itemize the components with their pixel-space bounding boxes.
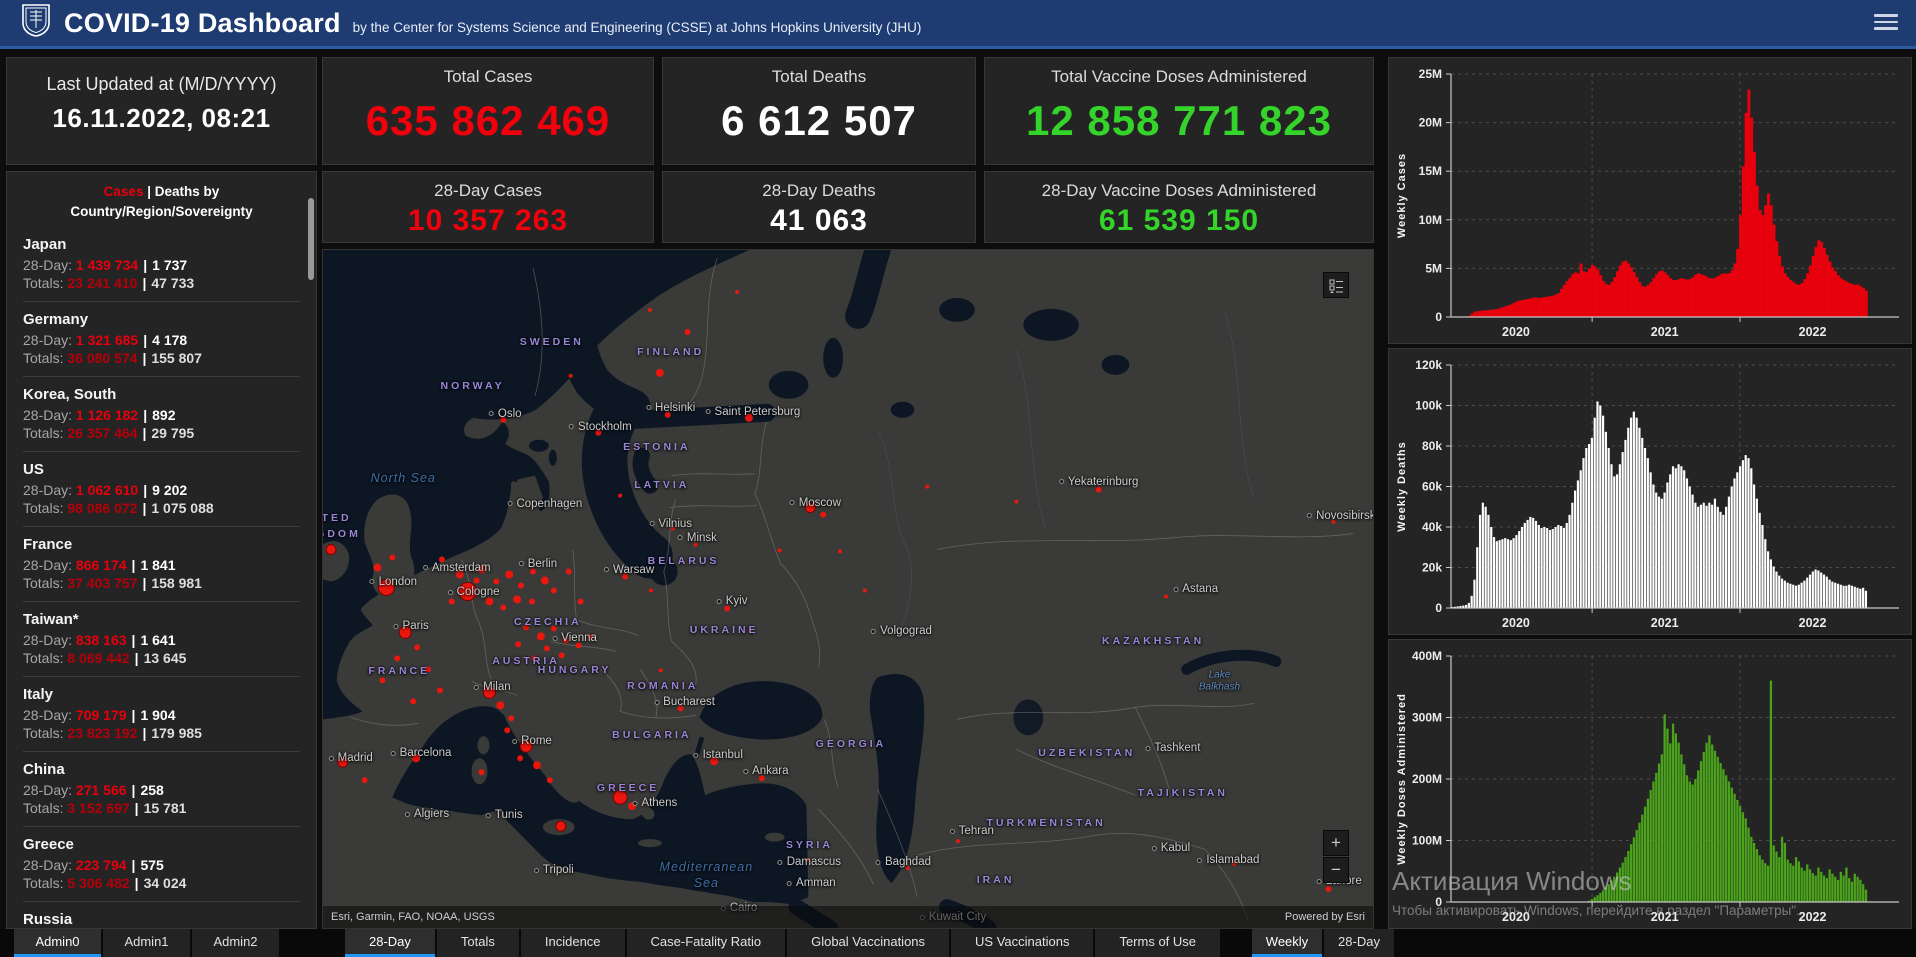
svg-text:60k: 60k: [1422, 480, 1442, 494]
tab-us-vaccinations[interactable]: US Vaccinations: [951, 929, 1094, 957]
country-list-header: Cases | Deaths by Country/Region/Soverei…: [70, 184, 253, 219]
tab-28-day[interactable]: 28-Day: [345, 929, 435, 957]
svg-text:200M: 200M: [1412, 772, 1442, 786]
total-deaths-label: Total Deaths: [771, 67, 867, 86]
day-cases-card: 28-Day Cases 10 357 263: [322, 171, 654, 243]
svg-text:15M: 15M: [1419, 164, 1442, 178]
total-deaths-value: 6 612 507: [721, 97, 917, 144]
svg-text:0: 0: [1435, 895, 1442, 909]
admin-tabs: Admin0 Admin1 Admin2: [14, 929, 281, 957]
svg-text:100M: 100M: [1412, 834, 1442, 848]
day-deaths-label: 28-Day Deaths: [762, 181, 876, 200]
day-vaccine-value: 61 539 150: [1098, 204, 1260, 237]
svg-text:2022: 2022: [1799, 910, 1827, 924]
country-row[interactable]: China 28-Day: 271 566 | 258 Totals: 3 152 69…: [23, 752, 300, 828]
country-row[interactable]: Greece 28-Day: 223 794 | 575 Totals: 5 306 4…: [23, 827, 300, 903]
svg-text:10M: 10M: [1419, 213, 1442, 227]
total-cases-label: Total Cases: [443, 67, 533, 86]
last-updated-value: 16.11.2022, 08:21: [52, 103, 271, 133]
country-row[interactable]: Taiwan* 28-Day: 838 163 | 1 641 Totals: 8 06…: [23, 602, 300, 678]
country-row[interactable]: Russia28-Day: 187 760|2 061Totals: 21 20…: [23, 902, 300, 928]
country-row[interactable]: Italy 28-Day: 709 179 | 1 904 Totals: 23 823…: [23, 677, 300, 753]
country-row[interactable]: Japan 28-Day: 1 439 734 | 1 737 Totals: 23 2…: [23, 227, 300, 303]
svg-text:120k: 120k: [1415, 358, 1442, 372]
total-deaths-card: Total Deaths 6 612 507: [662, 57, 976, 165]
day-deaths-card: 28-Day Deaths 41 063: [662, 171, 976, 243]
tab-totals[interactable]: Totals: [436, 929, 519, 957]
tab-global-vaccinations[interactable]: Global Vaccinations: [787, 929, 950, 957]
last-updated-card: Last Updated at (M/D/YYYY) 16.11.2022, 0…: [6, 57, 317, 165]
svg-text:100k: 100k: [1415, 399, 1442, 413]
tab-incidence[interactable]: Incidence: [520, 929, 625, 957]
attribution-sources: Esri, Garmin, FAO, NOAA, USGS: [331, 911, 495, 923]
map-attribution: Esri, Garmin, FAO, NOAA, USGS Powered by…: [323, 906, 1373, 928]
svg-text:40k: 40k: [1422, 520, 1442, 534]
tab-admin1[interactable]: Admin1: [103, 929, 190, 957]
menu-icon[interactable]: [1874, 14, 1898, 32]
svg-text:Weekly Cases: Weekly Cases: [1396, 153, 1408, 238]
bottom-tab-bar: Admin0 Admin1 Admin2 28-Day Totals Incidence…: [0, 929, 1916, 957]
country-row[interactable]: US 28-Day: 1 062 610 | 9 202 Totals: 98 086 …: [23, 452, 300, 528]
weekly-doses-chart: 0 100M 200M 300M 400M 2020 2021 2022 Weekly Dose…: [1388, 639, 1912, 929]
tab-admin0[interactable]: Admin0: [14, 929, 101, 957]
svg-text:Weekly Deaths: Weekly Deaths: [1396, 441, 1408, 531]
day-deaths-value: 41 063: [770, 204, 868, 237]
day-cases-label: 28-Day Cases: [434, 181, 542, 200]
world-map[interactable]: SWEDEN NORWAY FINLAND ESTONIA LATVIA BELARUS U…: [322, 249, 1374, 929]
total-vaccine-value: 12 858 771 823: [1026, 97, 1332, 144]
last-updated-label: Last Updated at (M/D/YYYY): [46, 74, 277, 94]
country-row[interactable]: France 28-Day: 866 174 | 1 841 Totals: 37 40…: [23, 527, 300, 603]
tab-28-day[interactable]: 28-Day: [1324, 929, 1394, 957]
svg-text:20M: 20M: [1419, 116, 1442, 130]
attribution-esri[interactable]: Powered by Esri: [1285, 911, 1365, 923]
page-subtitle: by the Center for Systems Science and En…: [352, 20, 922, 35]
map-geometry: [323, 250, 1373, 928]
page-title: COVID-19 Dashboard: [64, 7, 341, 38]
svg-text:0: 0: [1435, 310, 1442, 324]
app-header: COVID-19 Dashboard by the Center for Sys…: [0, 0, 1916, 49]
zoom-in-button[interactable]: +: [1323, 830, 1349, 856]
svg-text:80k: 80k: [1422, 439, 1442, 453]
svg-text:400M: 400M: [1412, 649, 1442, 663]
svg-text:2022: 2022: [1799, 325, 1827, 339]
day-vaccine-label: 28-Day Vaccine Doses Administered: [1041, 181, 1317, 200]
tab-terms-of-use[interactable]: Terms of Use: [1095, 929, 1221, 957]
zoom-out-button[interactable]: −: [1323, 857, 1349, 883]
chart-period-tabs: Weekly 28-Day: [1252, 929, 1396, 957]
tab-weekly[interactable]: Weekly: [1252, 929, 1322, 957]
svg-text:25M: 25M: [1419, 67, 1442, 81]
svg-text:5M: 5M: [1425, 261, 1442, 275]
metric-tabs: 28-Day Totals Incidence Case-Fatality Ratio…: [345, 929, 1222, 957]
tab-admin2[interactable]: Admin2: [192, 929, 279, 957]
day-cases-value: 10 357 263: [407, 204, 569, 237]
svg-text:2020: 2020: [1502, 910, 1530, 924]
covid-dashboard: COVID-19 Dashboard by the Center for Sys…: [0, 0, 1916, 957]
country-row[interactable]: Korea, South 28-Day: 1 126 182 | 892 Totals:…: [23, 377, 300, 453]
country-list-card: Cases | Deaths by Country/Region/Soverei…: [6, 171, 317, 929]
weekly-deaths-chart: 0 20k 40k 60k 80k 100k 120k 2020 2021 2022 Weekly …: [1388, 348, 1912, 635]
svg-text:0: 0: [1435, 601, 1442, 615]
svg-text:2021: 2021: [1651, 910, 1679, 924]
total-vaccine-card: Total Vaccine Doses Administered 12 858 …: [984, 57, 1374, 165]
day-vaccine-card: 28-Day Vaccine Doses Administered 61 539…: [984, 171, 1374, 243]
svg-text:20k: 20k: [1422, 561, 1442, 575]
country-list-scrollbar[interactable]: [308, 198, 314, 280]
weekly-cases-chart: 0 5M 10M 15M 20M 25M 2020 2021 2022 Weekly Cases: [1388, 57, 1912, 344]
svg-text:2022: 2022: [1799, 616, 1827, 630]
total-vaccine-label: Total Vaccine Doses Administered: [1051, 67, 1307, 86]
total-cases-card: Total Cases 635 862 469: [322, 57, 654, 165]
legend-icon[interactable]: [1323, 272, 1349, 298]
country-list: Japan 28-Day: 1 439 734 | 1 737 Totals: 23 2…: [23, 227, 300, 928]
jhu-logo-icon: [22, 4, 50, 42]
svg-text:2020: 2020: [1502, 325, 1530, 339]
svg-text:2021: 2021: [1651, 325, 1679, 339]
country-row[interactable]: Germany 28-Day: 1 321 685 | 4 178 Totals: 36…: [23, 302, 300, 378]
svg-text:Weekly Doses Administered: Weekly Doses Administered: [1396, 693, 1408, 865]
svg-text:2020: 2020: [1502, 616, 1530, 630]
svg-text:300M: 300M: [1412, 711, 1442, 725]
tab-case-fatality-ratio[interactable]: Case-Fatality Ratio: [626, 929, 786, 957]
total-cases-value: 635 862 469: [365, 97, 611, 144]
svg-text:2021: 2021: [1651, 616, 1679, 630]
